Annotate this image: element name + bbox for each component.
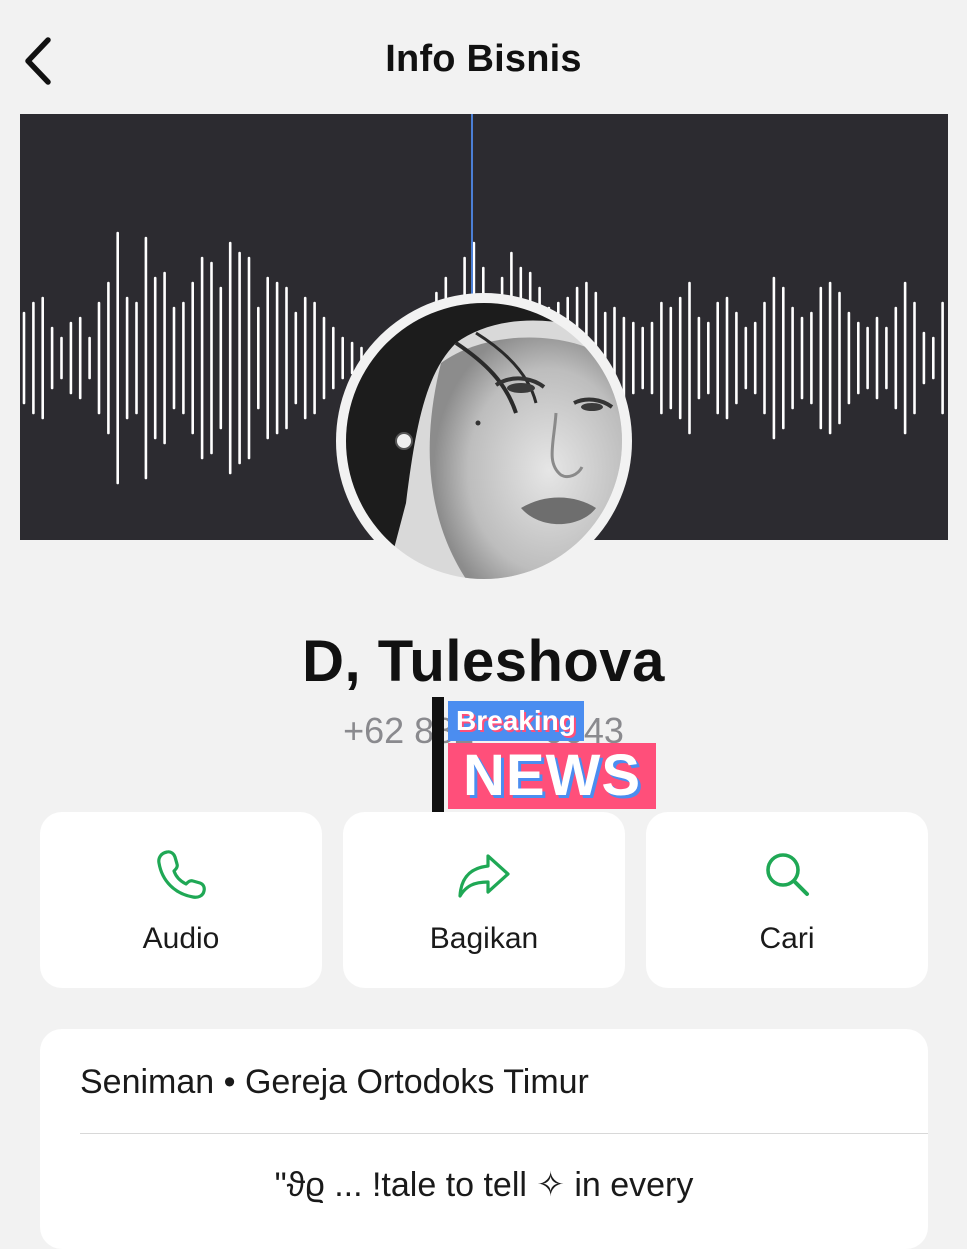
share-arrow-icon bbox=[458, 854, 510, 898]
page-title: Info Bisnis bbox=[385, 38, 582, 80]
business-description: "ϑϱ ... !tale to tell ✧ in every bbox=[274, 1166, 694, 1204]
profile-name: D, Tuleshova bbox=[302, 629, 665, 694]
avatar[interactable] bbox=[336, 293, 632, 589]
sticker-breaking-label: Breaking bbox=[448, 701, 584, 741]
sticker-news-label: NEWS bbox=[448, 743, 656, 809]
share-label: Bagikan bbox=[429, 922, 539, 955]
search-icon bbox=[766, 853, 809, 896]
audio-label: Audio bbox=[142, 922, 220, 955]
header: Info Bisnis bbox=[0, 0, 967, 115]
divider bbox=[80, 1133, 928, 1134]
search-button[interactable]: Cari bbox=[646, 812, 928, 988]
breaking-news-sticker: Breaking NEWS bbox=[432, 697, 658, 813]
sticker-bar bbox=[432, 697, 444, 813]
business-info-card: Seniman • Gereja Ortodoks Timur "ϑϱ ... … bbox=[40, 1029, 928, 1249]
search-label: Cari bbox=[759, 922, 815, 955]
avatar-photo bbox=[346, 303, 622, 579]
share-button[interactable]: Bagikan bbox=[343, 812, 625, 988]
phone-icon bbox=[157, 850, 206, 899]
audio-call-button[interactable]: Audio bbox=[40, 812, 322, 988]
business-category: Seniman • Gereja Ortodoks Timur bbox=[80, 1063, 589, 1101]
